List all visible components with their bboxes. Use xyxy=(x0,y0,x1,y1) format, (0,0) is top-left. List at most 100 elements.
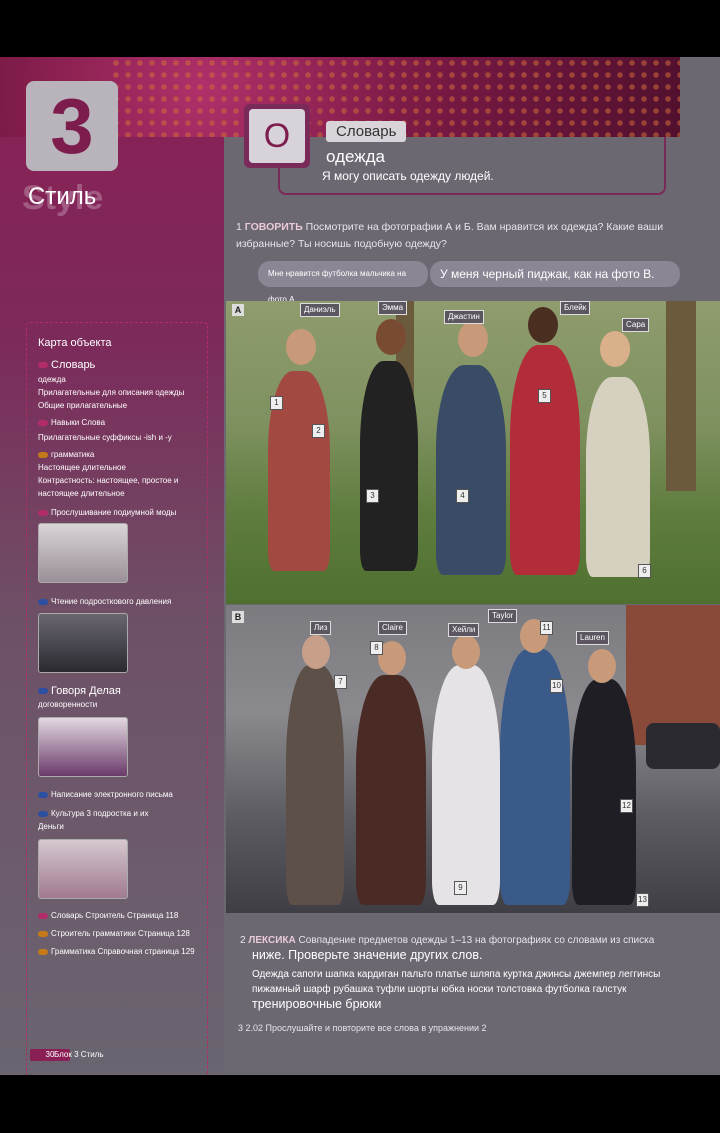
map-item: Чтение подросткового давления xyxy=(38,597,171,606)
person-claire xyxy=(356,675,426,905)
person-hailey xyxy=(432,665,500,905)
footer-label: Блок 3 Стиль xyxy=(54,1050,104,1059)
speech-bubble-right: У меня черный пиджак, как на фото В. xyxy=(430,261,680,287)
head xyxy=(528,307,558,343)
map-item: Навыки Слова xyxy=(38,418,105,427)
map-item: Строитель грамматики Страница 128 xyxy=(38,929,190,938)
name-label: Даниэль xyxy=(300,303,340,317)
pill-icon xyxy=(38,362,48,369)
lesson-subtitle: одежда xyxy=(326,147,386,166)
tree-trunk xyxy=(666,301,696,491)
item-number: 8 xyxy=(370,641,383,655)
map-item: договоренности xyxy=(38,700,98,709)
pill-icon xyxy=(38,688,48,695)
person-liz xyxy=(286,665,344,905)
item-number: 13 xyxy=(636,893,649,907)
exercise-2-number: 2 xyxy=(240,935,246,946)
map-item: Прослушивание подиумной моды xyxy=(38,508,176,517)
pill-icon xyxy=(38,810,48,817)
pill-icon xyxy=(38,930,48,937)
item-number: 9 xyxy=(454,881,467,895)
item-number: 7 xyxy=(334,675,347,689)
pill-icon xyxy=(38,419,48,426)
map-item: Словарь Строитель Страница 118 xyxy=(38,911,178,920)
lesson-badge-label: О xyxy=(249,109,305,163)
map-item: Общие прилагательные xyxy=(38,401,128,410)
map-item: грамматика xyxy=(38,450,94,459)
map-item: Словарь xyxy=(38,359,95,371)
thumbnail-fashion xyxy=(38,523,128,583)
map-item: настоящее длительное xyxy=(38,489,125,498)
head xyxy=(588,649,616,683)
photo-letter: B xyxy=(232,611,244,623)
name-label: Сара xyxy=(622,318,650,332)
item-number: 10 xyxy=(550,679,563,693)
photo-letter: A xyxy=(232,304,244,316)
lesson-tab: Словарь xyxy=(326,121,407,142)
exercise-3: 3 2.02 Прослушайте и повторите все слова… xyxy=(238,1023,487,1033)
name-label: Хейли xyxy=(448,623,480,637)
item-number: 12 xyxy=(620,799,633,813)
exercise-1-keyword: ГОВОРИТЬ xyxy=(244,221,303,233)
name-label: Lauren xyxy=(576,631,609,645)
map-item: одежда xyxy=(38,375,66,384)
pill-icon xyxy=(38,948,48,955)
textbook-page: 3 Style Стиль О Словарь одежда Я могу оп… xyxy=(0,57,720,1075)
head xyxy=(376,319,406,355)
photo-b: B Лиз Claire Хейли Taylor Lauren 7 8 9 1… xyxy=(226,605,720,913)
map-item: Грамматика Справочная страница 129 xyxy=(38,947,195,956)
pill-icon xyxy=(38,451,48,458)
name-label: Эмма xyxy=(378,301,408,315)
pill-icon xyxy=(38,598,48,605)
map-item: Написание электронного письма xyxy=(38,790,173,799)
name-label: Taylor xyxy=(488,609,518,623)
pill-icon xyxy=(38,509,48,516)
map-item: Культура 3 подростка и их xyxy=(38,809,149,818)
speech-bubble-left: Мне нравится футболка мальчика на фото А… xyxy=(258,261,428,304)
pill-icon xyxy=(38,912,48,919)
exercise-1: 1 ГОВОРИТЬ Посмотрите на фотографии А и … xyxy=(236,219,676,253)
thumbnail-shoes xyxy=(38,613,128,673)
map-item: Контрастность: настоящее, простое и xyxy=(38,476,179,485)
head xyxy=(458,321,488,357)
person-sarah xyxy=(586,377,650,577)
car xyxy=(646,723,720,769)
thumbnail-shopping xyxy=(38,839,128,899)
item-number: 4 xyxy=(456,489,469,503)
item-number: 3 xyxy=(366,489,379,503)
exercise-2: 2 ЛЕКСИКА Совпадение предметов одежды 1–… xyxy=(240,933,700,1012)
unit-map-title: Карта объекта xyxy=(38,337,112,349)
thumbnail-phone xyxy=(38,717,128,777)
head xyxy=(302,635,330,669)
map-item: Деньги xyxy=(38,822,64,831)
word-list-end: тренировочные брюки xyxy=(252,997,382,1011)
exercise-2-keyword: ЛЕКСИКА xyxy=(248,935,296,946)
lesson-can-do: Я могу описать одежду людей. xyxy=(322,169,494,183)
exercise-1-number: 1 xyxy=(236,221,242,233)
item-number: 5 xyxy=(538,389,551,403)
pill-icon xyxy=(38,791,48,798)
map-item: Говоря Делая xyxy=(38,685,121,697)
head xyxy=(286,329,316,365)
map-item: Прилагательные для описания одежды xyxy=(38,388,185,397)
unit-title: Стиль xyxy=(28,183,97,210)
map-item: Прилагательные суффиксы -ish и -y xyxy=(38,433,172,442)
photo-a: A Даниэль Эмма Джастин Блейк Сара 1 2 3 … xyxy=(226,301,720,604)
unit-number: 3 xyxy=(26,81,118,171)
exercise-2-text: Совпадение предметов одежды 1–13 на фото… xyxy=(298,935,655,946)
item-number: 11 xyxy=(540,621,553,635)
name-label: Джастин xyxy=(444,310,484,324)
person-justin xyxy=(436,365,506,575)
name-label: Лиз xyxy=(310,621,332,635)
head xyxy=(452,635,480,669)
person-lauren xyxy=(572,679,636,905)
name-label: Claire xyxy=(378,621,407,635)
person-emma xyxy=(360,361,418,571)
item-number: 2 xyxy=(312,424,325,438)
item-number: 6 xyxy=(638,564,651,578)
name-label: Блейк xyxy=(560,301,591,315)
word-list: Одежда сапоги шапка кардиган пальто плат… xyxy=(252,969,661,995)
item-number: 1 xyxy=(270,396,283,410)
person-blake xyxy=(510,345,580,575)
map-item: Настоящее длительное xyxy=(38,463,126,472)
